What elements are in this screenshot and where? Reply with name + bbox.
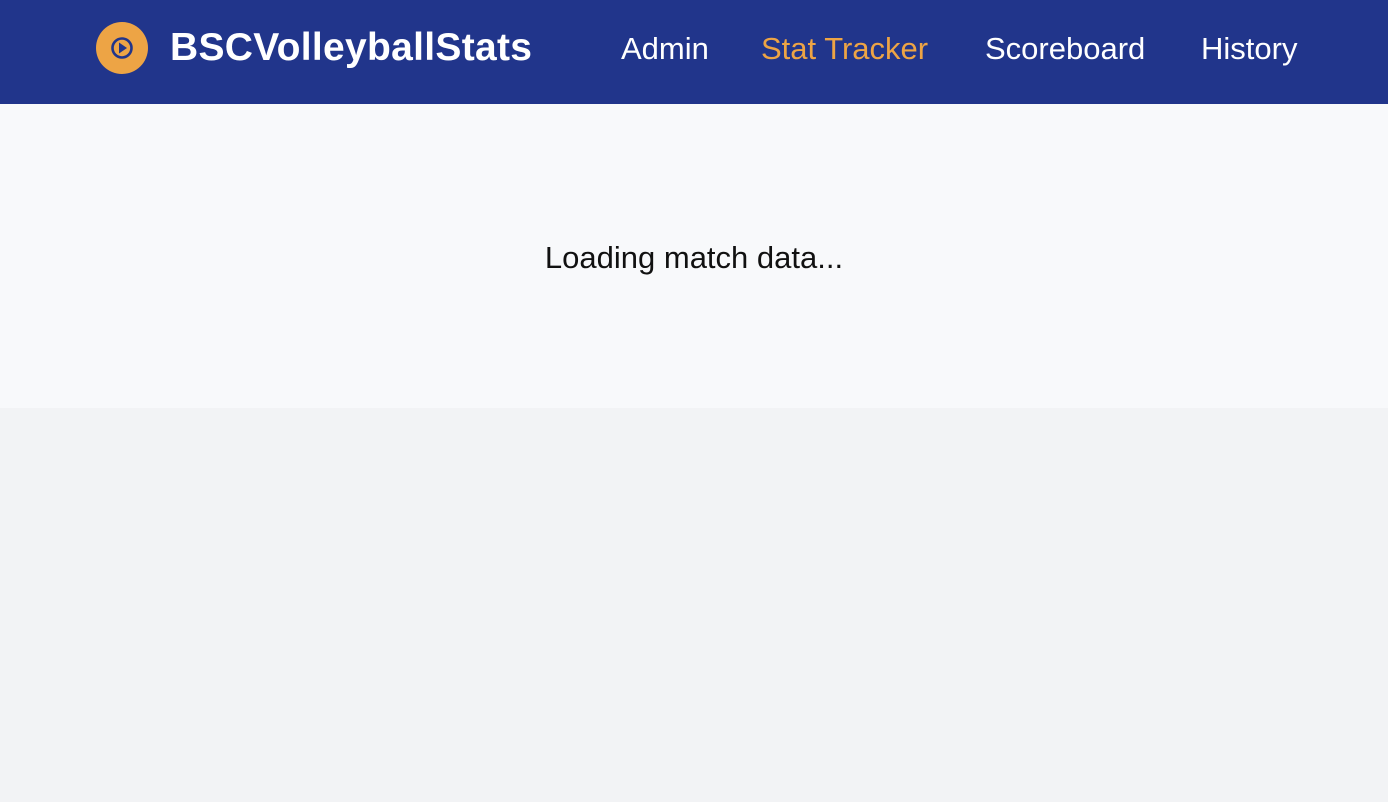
- top-navigation-bar: BSCVolleyballStats Admin Stat Tracker Sc…: [0, 0, 1388, 104]
- nav-link-history[interactable]: History: [1201, 29, 1297, 69]
- nav-link-admin[interactable]: Admin: [621, 29, 709, 69]
- main-nav: Admin Stat Tracker Scoreboard History: [0, 0, 1388, 104]
- nav-link-stat-tracker[interactable]: Stat Tracker: [761, 29, 928, 69]
- loading-message: Loading match data...: [544, 240, 844, 275]
- loading-panel: Loading match data...: [0, 104, 1388, 408]
- nav-link-scoreboard[interactable]: Scoreboard: [985, 29, 1145, 69]
